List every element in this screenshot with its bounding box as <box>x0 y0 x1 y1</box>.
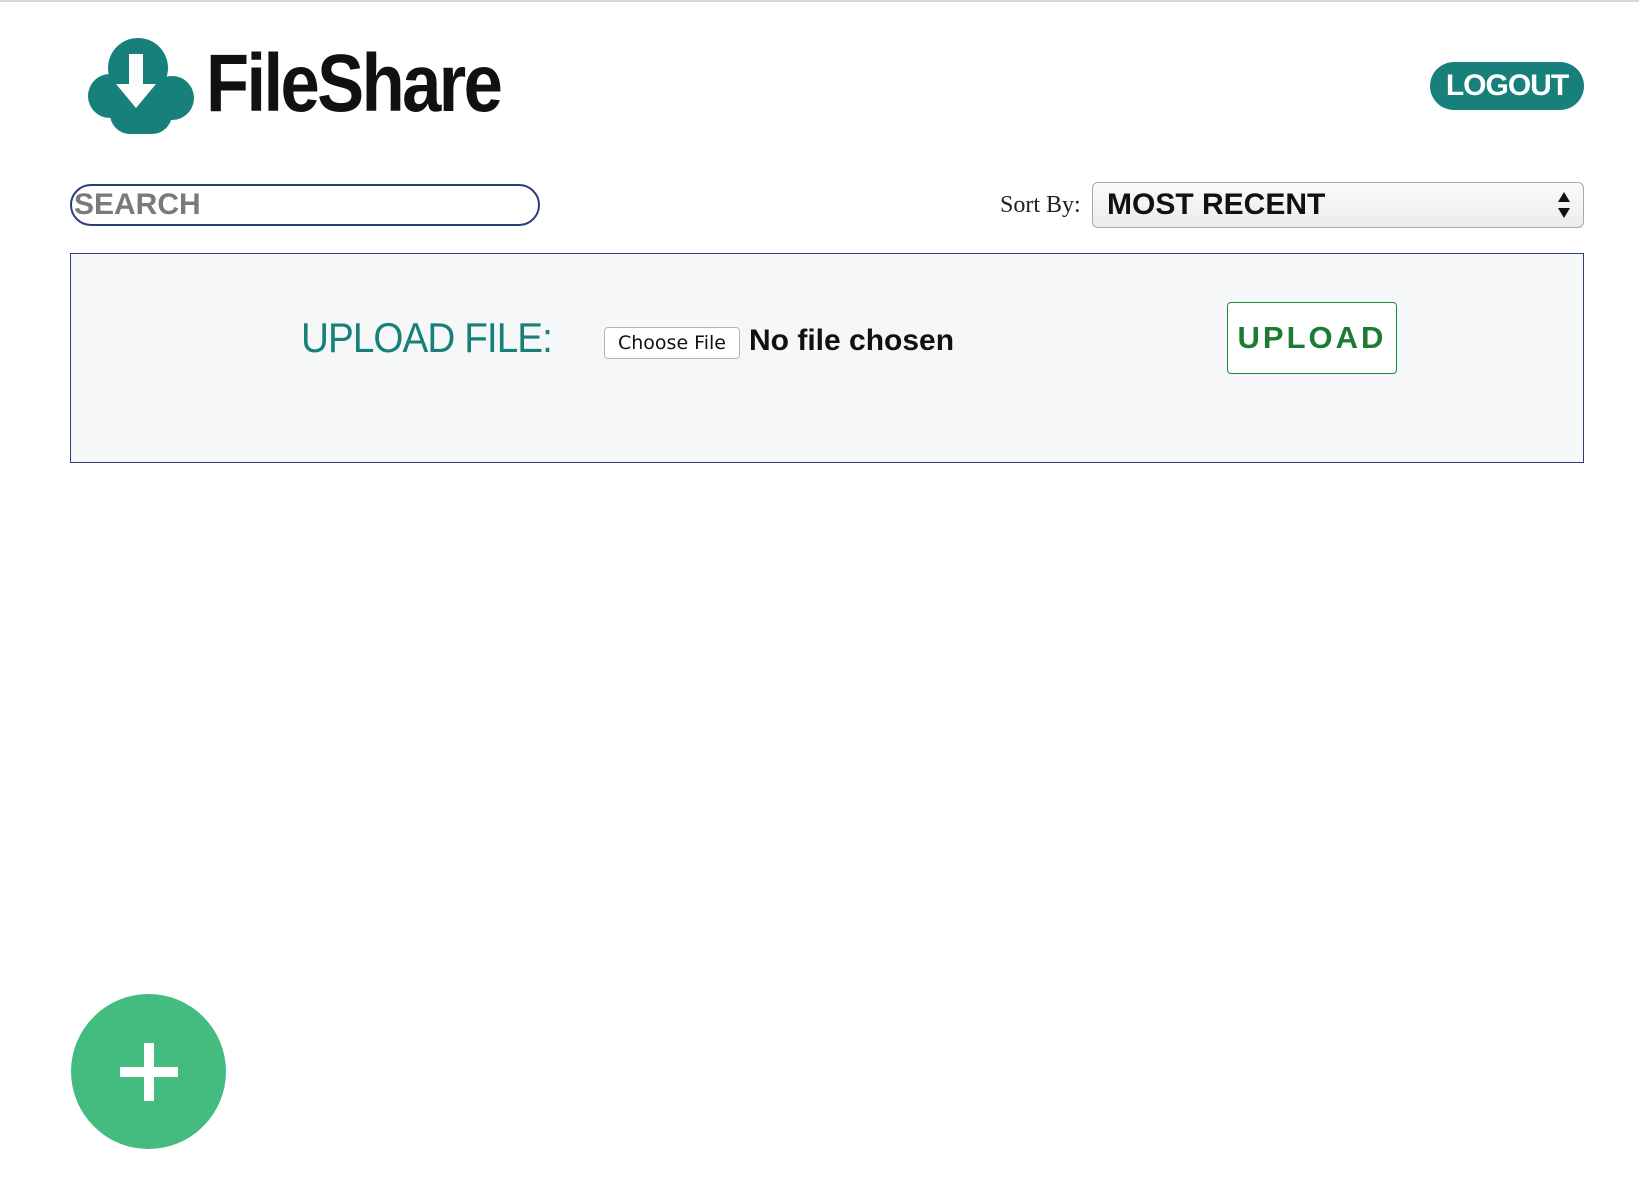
choose-file-button[interactable]: Choose File <box>604 327 740 359</box>
search-input[interactable] <box>70 184 540 226</box>
upload-label: UPLOAD FILE: <box>301 314 553 361</box>
cloud-download-icon <box>88 38 194 134</box>
logout-button[interactable]: LOGOUT <box>1430 62 1584 110</box>
upload-panel: UPLOAD FILE: Choose File No file chosen … <box>70 253 1584 463</box>
top-divider <box>0 0 1639 2</box>
sort-select[interactable]: MOST RECENT <box>1092 182 1584 228</box>
plus-icon <box>119 1042 178 1101</box>
app-logo[interactable]: FileShare <box>86 34 548 134</box>
app-name: FileShare <box>206 38 503 129</box>
select-arrows-icon <box>1558 192 1570 218</box>
add-file-button[interactable] <box>71 994 226 1149</box>
sort-selected-value: MOST RECENT <box>1107 188 1326 221</box>
file-status: No file chosen <box>749 324 955 357</box>
sort-label: Sort By: <box>1000 192 1081 218</box>
upload-button[interactable]: UPLOAD <box>1227 302 1397 374</box>
